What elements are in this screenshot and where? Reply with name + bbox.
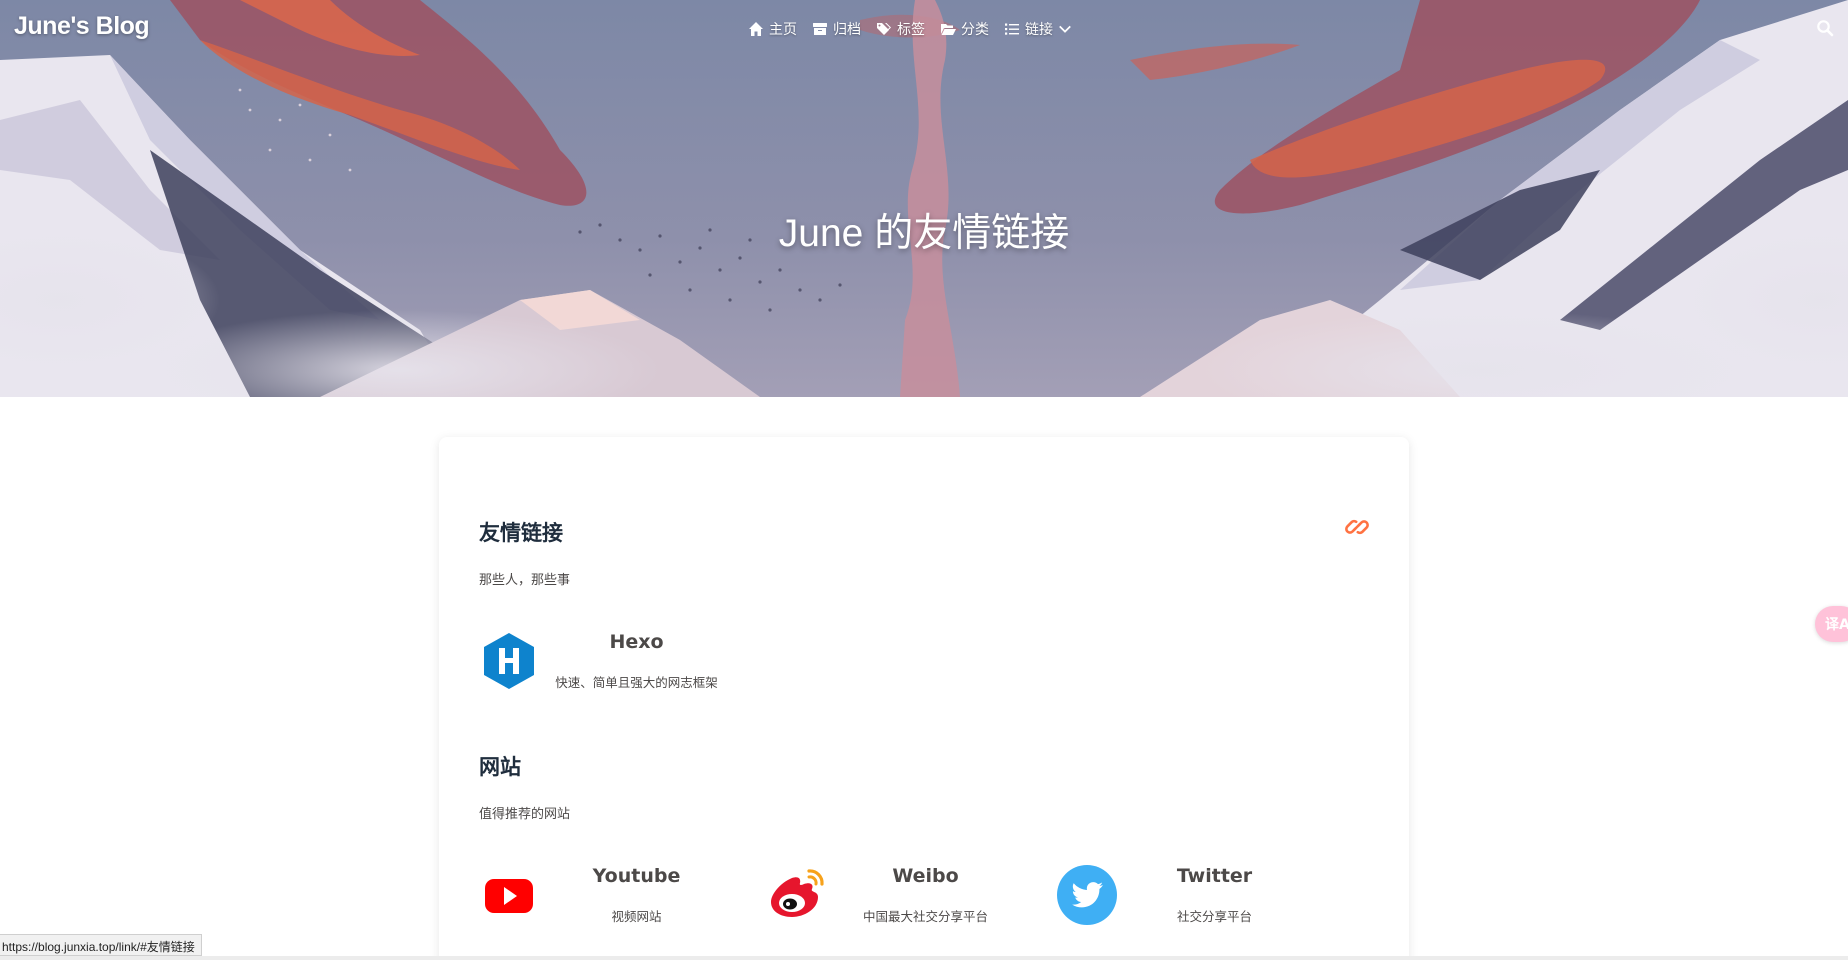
website-link-name: Youtube — [592, 865, 681, 887]
nav-item-categories[interactable]: 分类 — [940, 19, 989, 39]
hero-background-painting — [0, 0, 1848, 397]
top-navbar: June's Blog 主页 归档 标签 分类 链接 — [0, 0, 1848, 58]
page-title: June 的友情链接 — [778, 212, 1070, 255]
bottom-divider — [0, 956, 1848, 960]
page: June's Blog 主页 归档 标签 分类 链接 June 的友情链接 友情… — [0, 0, 1848, 960]
section-title-friends: 友情链接 — [479, 521, 563, 545]
friend-link-desc: 快速、简单且强大的网志框架 — [555, 675, 718, 690]
nav-item-label: 归档 — [833, 22, 861, 38]
content-card: 友情链接 那些人，那些事 Hexo 快速、简单且强大的网志框架 网站 值得推荐的… — [439, 437, 1409, 960]
youtube-logo — [485, 879, 533, 913]
nav-item-label: 标签 — [897, 22, 925, 38]
list-icon — [1005, 23, 1019, 35]
website-link-card[interactable]: Weibo 中国最大社交分享平台 — [738, 855, 1018, 935]
hero-banner: June's Blog 主页 归档 标签 分类 链接 June 的友情链接 — [0, 0, 1848, 397]
website-link-desc: 视频网站 — [611, 909, 662, 924]
hexo-logo — [484, 633, 534, 689]
nav-item-archive[interactable]: 归档 — [812, 19, 861, 39]
friend-link-card[interactable]: Hexo 快速、简单且强大的网志框架 — [449, 621, 729, 701]
nav-item-label: 链接 — [1025, 22, 1053, 38]
translate-button[interactable]: 译A — [1815, 606, 1848, 642]
section-title-websites: 网站 — [479, 755, 521, 779]
nav-item-links[interactable]: 链接 — [1004, 19, 1072, 39]
website-link-name: Twitter — [1176, 865, 1253, 887]
search-icon[interactable] — [1816, 19, 1834, 37]
website-link-name: Weibo — [892, 865, 959, 887]
nav-item-label: 分类 — [961, 22, 989, 38]
website-link-card[interactable]: Twitter 社交分享平台 — [1027, 855, 1307, 935]
friend-link-name: Hexo — [609, 631, 664, 653]
website-link-desc: 社交分享平台 — [1176, 909, 1252, 924]
weibo-logo — [771, 869, 824, 917]
twitter-logo — [1057, 865, 1117, 925]
nav-item-label: 主页 — [769, 22, 797, 38]
nav-item-tags[interactable]: 标签 — [876, 19, 925, 39]
home-icon — [749, 22, 763, 36]
nav-menu: 主页 归档 标签 分类 链接 — [748, 19, 1072, 39]
site-brand[interactable]: June's Blog — [14, 12, 150, 41]
website-link-card[interactable]: Youtube 视频网站 — [449, 855, 729, 935]
folder-open-icon — [941, 24, 956, 35]
translate-icon: 译A — [1825, 617, 1848, 633]
status-bar-url: https://blog.junxia.top/link/#友情链接 — [0, 934, 202, 956]
website-link-desc: 中国最大社交分享平台 — [862, 909, 988, 924]
section-desc-friends: 那些人，那些事 — [479, 573, 571, 588]
tags-icon — [877, 23, 891, 35]
nav-item-home[interactable]: 主页 — [748, 19, 797, 39]
chevron-down-icon — [1059, 25, 1071, 33]
archive-icon — [813, 23, 827, 35]
section-desc-websites: 值得推荐的网站 — [479, 807, 571, 822]
link-icon[interactable] — [1343, 513, 1371, 541]
